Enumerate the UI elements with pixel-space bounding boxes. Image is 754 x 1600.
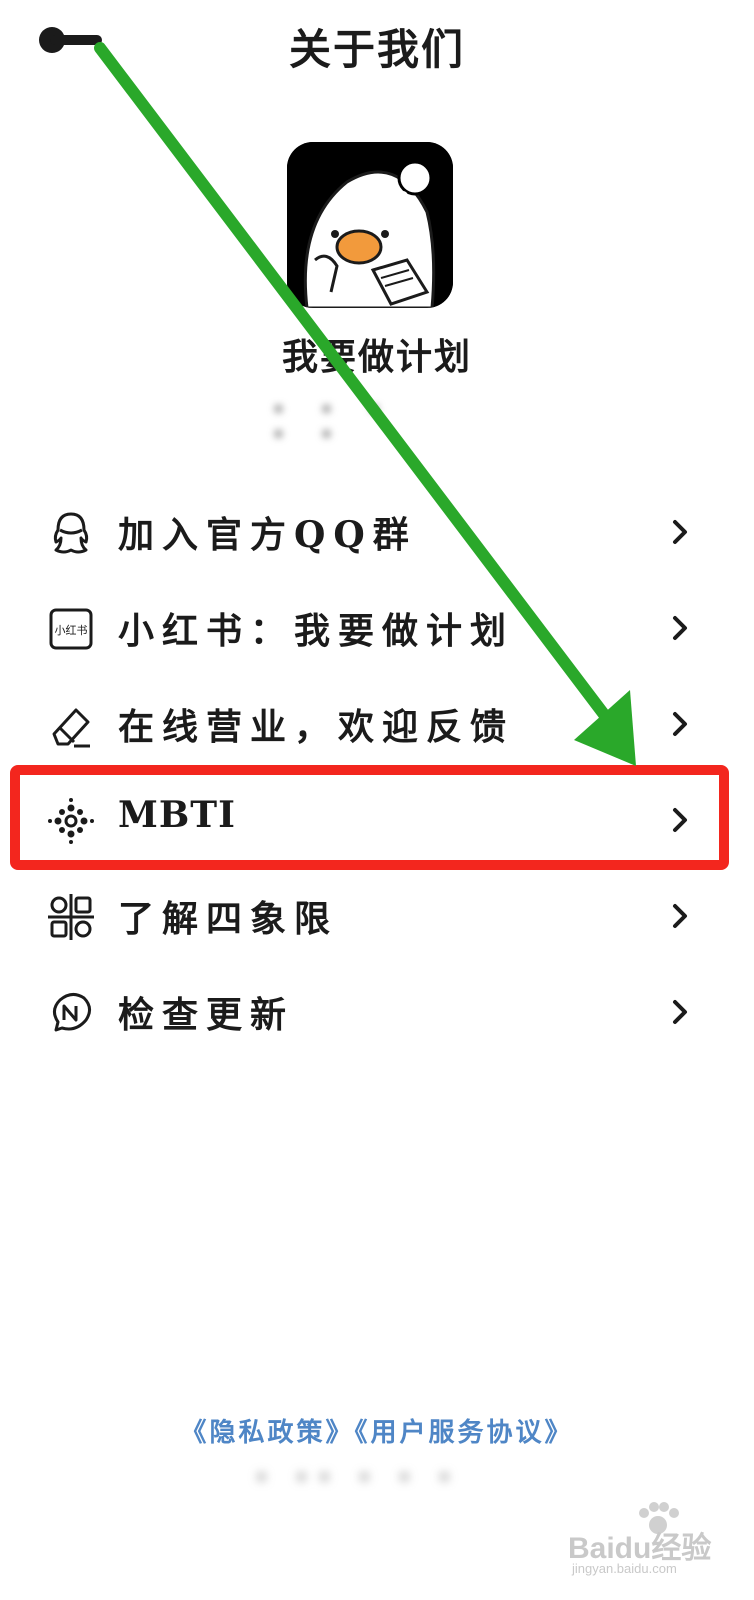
menu-item-check-update[interactable]: 检查更新 [0,964,754,1060]
version-text: • • • • • [272,398,395,448]
update-icon [53,993,91,1032]
header: 关于我们 [0,0,754,90]
baidu-watermark: Baidu经验 jingyan.baidu.com [568,1502,738,1585]
eraser-icon [52,708,90,748]
quadrant-icon [48,894,94,940]
menu-item-four-quadrants[interactable]: 了解四象限 [0,868,754,964]
menu-item-label: 小红书：我要做计划 [118,610,515,652]
chevron-right-icon [673,904,687,928]
menu-list: 加入官方QQ群 小红书 小红书：我要做计划 在线营业，欢迎反馈 MBTI 了解四… [0,484,754,1060]
chevron-right-icon [673,1000,687,1024]
chevron-right-icon [673,808,687,832]
footer-links: 《隐私政策》《用户服务协议》 [0,1412,754,1449]
app-name: 我要做计划 [281,336,472,378]
chevron-right-icon [673,520,687,544]
menu-item-label: 检查更新 [118,994,295,1036]
xiaohongshu-icon-text: 小红书 [55,624,88,637]
page-title: 关于我们 [288,25,465,74]
dots-circle-icon [48,798,94,844]
watermark-url: jingyan.baidu.com [572,1561,677,1576]
chevron-right-icon [673,616,687,640]
xiaohongshu-icon: 小红书 [49,608,93,650]
terms-link[interactable]: 《用户服务协议》 [355,1418,574,1448]
copyright-text: • •• • • • [255,1466,461,1491]
menu-item-label: 加入官方QQ群 [118,514,417,556]
menu-item-qq-group[interactable]: 加入官方QQ群 [0,484,754,580]
privacy-policy-link[interactable]: 《隐私政策》 [180,1418,354,1448]
menu-item-label: 了解四象限 [118,898,339,940]
qq-icon [53,512,89,554]
menu-item-label: 在线营业，欢迎反馈 [118,706,515,748]
app-logo [287,142,453,308]
chevron-right-icon [673,712,687,736]
menu-item-mbti[interactable]: MBTI [0,772,754,868]
menu-item-xiaohongshu[interactable]: 小红书 小红书：我要做计划 [0,580,754,676]
menu-item-feedback[interactable]: 在线营业，欢迎反馈 [0,676,754,772]
menu-item-label: MBTI [118,794,236,836]
duck-mascot-icon [287,142,453,308]
